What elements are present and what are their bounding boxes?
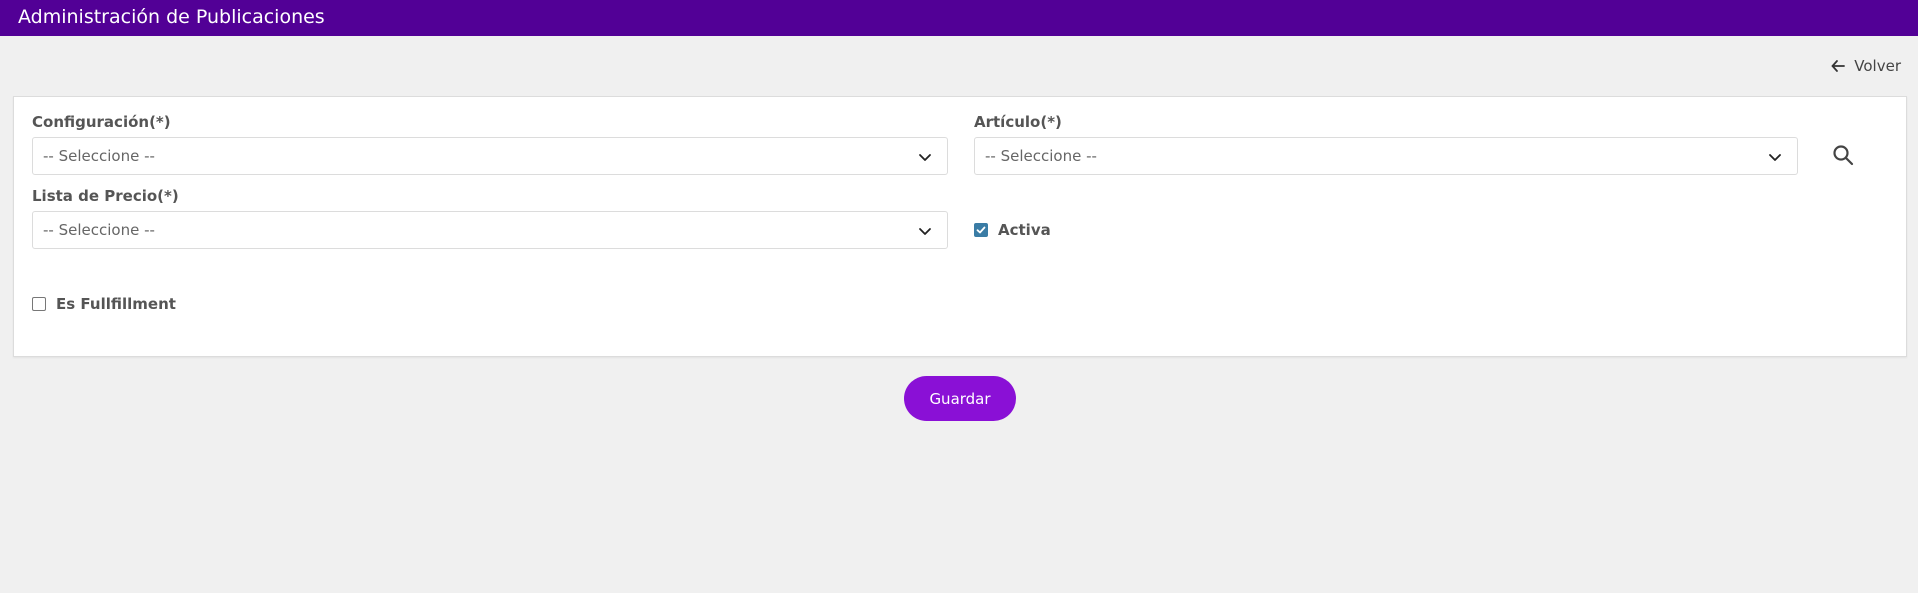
activa-checkbox-row: Activa xyxy=(974,221,1051,239)
articulo-label: Artículo(*) xyxy=(974,113,1062,131)
articulo-value: -- Seleccione -- xyxy=(985,147,1097,165)
app-header: Administración de Publicaciones xyxy=(0,0,1918,36)
lista-precio-label: Lista de Precio(*) xyxy=(32,187,179,205)
configuracion-label: Configuración(*) xyxy=(32,113,171,131)
articulo-select[interactable]: -- Seleccione -- xyxy=(974,137,1798,175)
search-icon[interactable] xyxy=(1831,143,1855,167)
checkmark-icon xyxy=(976,226,986,234)
chevron-down-icon xyxy=(919,228,931,235)
page-title: Administración de Publicaciones xyxy=(18,6,325,28)
fullfillment-label: Es Fullfillment xyxy=(56,295,176,313)
activa-label: Activa xyxy=(998,221,1051,239)
lista-precio-value: -- Seleccione -- xyxy=(43,221,155,239)
lista-precio-select[interactable]: -- Seleccione -- xyxy=(32,211,948,249)
back-link[interactable]: Volver xyxy=(1830,57,1901,75)
activa-checkbox[interactable] xyxy=(974,223,988,237)
arrow-left-icon xyxy=(1831,60,1846,72)
fullfillment-checkbox-row: Es Fullfillment xyxy=(32,295,176,313)
save-button[interactable]: Guardar xyxy=(904,376,1016,421)
publication-form-card: Configuración(*) -- Seleccione -- Artícu… xyxy=(13,96,1907,357)
fullfillment-checkbox[interactable] xyxy=(32,297,46,311)
configuracion-select[interactable]: -- Seleccione -- xyxy=(32,137,948,175)
configuracion-value: -- Seleccione -- xyxy=(43,147,155,165)
chevron-down-icon xyxy=(919,154,931,161)
back-label: Volver xyxy=(1854,57,1901,75)
chevron-down-icon xyxy=(1769,154,1781,161)
